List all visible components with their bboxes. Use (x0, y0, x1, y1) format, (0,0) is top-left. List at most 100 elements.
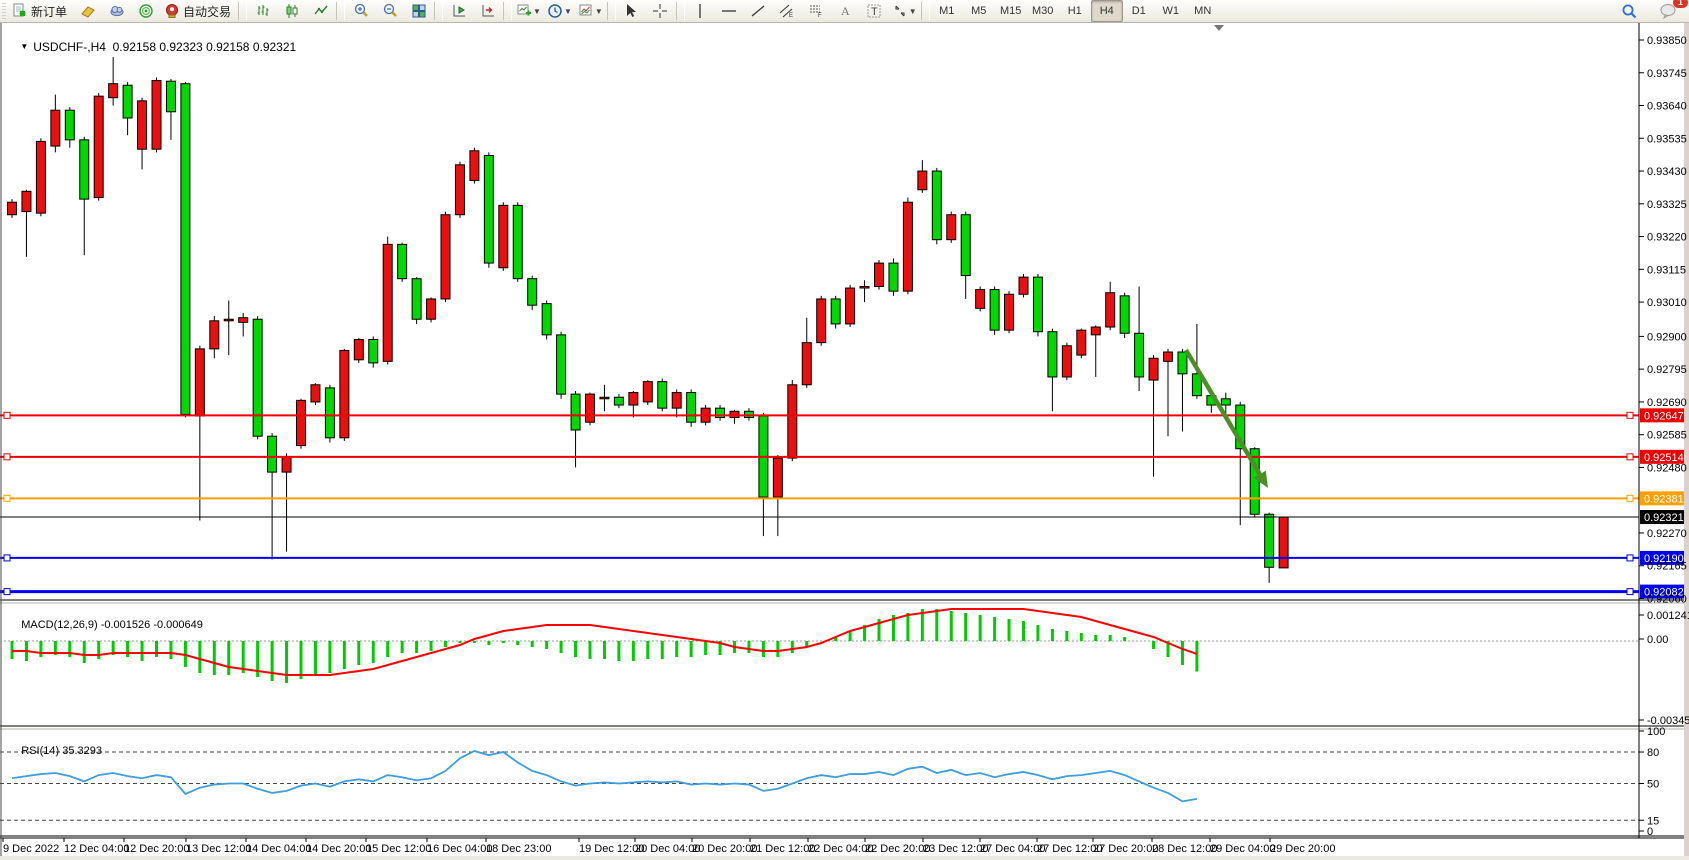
candle[interactable] (932, 168, 941, 244)
trendline-button[interactable] (744, 0, 773, 22)
candle[interactable] (398, 243, 407, 282)
candle[interactable] (1019, 274, 1028, 297)
chart-canvas[interactable]: 0.926470.925140.923810.923210.921900.920… (0, 22, 1689, 860)
candle[interactable] (36, 138, 45, 216)
line-handle[interactable] (4, 495, 10, 501)
equidistant-channel-button[interactable]: E (773, 0, 802, 22)
candle[interactable] (383, 237, 392, 365)
chat-button[interactable]: 1 (1654, 0, 1683, 22)
candlestick-button[interactable] (277, 0, 306, 22)
crosshair-button[interactable] (646, 0, 675, 22)
line-handle[interactable] (1627, 412, 1633, 418)
cloud-button[interactable] (102, 0, 131, 22)
timeframe-w1[interactable]: W1 (1155, 0, 1187, 22)
timeframe-m30[interactable]: M30 (1027, 0, 1059, 22)
candle[interactable] (817, 296, 826, 346)
signal-button[interactable] (131, 0, 160, 22)
chart-area[interactable]: 0.926470.925140.923810.923210.921900.920… (0, 22, 1689, 860)
horizontal-line-button[interactable] (715, 0, 744, 22)
candle[interactable] (470, 148, 479, 184)
timeframe-m15[interactable]: M15 (995, 0, 1027, 22)
candle[interactable] (340, 349, 349, 441)
candle[interactable] (8, 199, 17, 218)
candle[interactable] (889, 258, 898, 295)
candle[interactable] (947, 212, 956, 243)
candle[interactable] (1062, 343, 1071, 380)
candle[interactable] (412, 277, 421, 324)
timeframe-m5[interactable]: M5 (963, 0, 995, 22)
timeframe-h4[interactable]: H4 (1091, 0, 1123, 22)
candle[interactable] (354, 338, 363, 363)
candle[interactable] (788, 380, 797, 461)
candle[interactable] (369, 336, 378, 367)
arrows-button[interactable]: ▼ (889, 0, 920, 22)
candle[interactable] (441, 212, 450, 302)
line-handle[interactable] (4, 412, 10, 418)
candle[interactable] (152, 77, 161, 152)
timeframe-mn[interactable]: MN (1187, 0, 1219, 22)
search-button[interactable] (1615, 0, 1644, 22)
autoscroll-button[interactable] (444, 0, 473, 22)
timeframe-m1[interactable]: M1 (931, 0, 963, 22)
candle[interactable] (311, 383, 320, 405)
cursor-button[interactable] (617, 0, 646, 22)
candle[interactable] (528, 276, 537, 310)
candle[interactable] (325, 385, 334, 443)
new-order-button[interactable]: 新订单 (8, 0, 73, 22)
text-button[interactable]: A (831, 0, 860, 22)
chart-object-button[interactable] (73, 0, 102, 22)
candle[interactable] (1005, 291, 1014, 333)
line-handle[interactable] (4, 555, 10, 561)
candle[interactable] (484, 152, 493, 267)
candle[interactable] (903, 198, 912, 295)
candle[interactable] (643, 380, 652, 405)
template-button[interactable]: ▼ (575, 0, 606, 22)
line-handle[interactable] (1627, 589, 1633, 595)
candle[interactable] (557, 332, 566, 399)
timeframe-h1[interactable]: H1 (1059, 0, 1091, 22)
chart-shift-button[interactable] (473, 0, 502, 22)
candle[interactable] (976, 286, 985, 311)
candle[interactable] (499, 202, 508, 271)
price-tag-label: 0.92647 (1644, 410, 1684, 422)
candle[interactable] (94, 93, 103, 201)
candle[interactable] (181, 82, 190, 417)
candle[interactable] (875, 260, 884, 290)
candle-body (1048, 332, 1057, 377)
bar-chart-button[interactable] (248, 0, 277, 22)
zoom-in-button[interactable] (346, 0, 375, 22)
line-chart-button[interactable] (306, 0, 335, 22)
autotrade-button[interactable]: 自动交易 (160, 0, 237, 22)
new-chart-button[interactable]: ▼ (513, 0, 544, 22)
line-handle[interactable] (4, 454, 10, 460)
line-handle[interactable] (4, 589, 10, 595)
candle[interactable] (253, 316, 262, 439)
vertical-line-button[interactable] (686, 0, 715, 22)
candle[interactable] (542, 301, 551, 340)
candle[interactable] (297, 399, 306, 449)
candle[interactable] (1033, 274, 1042, 336)
candle[interactable] (1077, 329, 1086, 359)
candle[interactable] (455, 162, 464, 218)
zoom-out-button[interactable] (375, 0, 404, 22)
line-handle[interactable] (1627, 495, 1633, 501)
fibonacci-button[interactable]: F (802, 0, 831, 22)
candle[interactable] (990, 286, 999, 334)
line-handle[interactable] (1627, 555, 1633, 561)
candle[interactable] (586, 393, 595, 426)
candle[interactable] (687, 389, 696, 426)
timeframe-d1[interactable]: D1 (1123, 0, 1155, 22)
candle[interactable] (513, 202, 522, 282)
symbol-dropdown-icon[interactable]: ▼ (20, 42, 28, 51)
text-label-button[interactable]: T (860, 0, 889, 22)
candle[interactable] (846, 285, 855, 327)
line-handle[interactable] (1627, 454, 1633, 460)
tile-windows-button[interactable] (404, 0, 433, 22)
profiles-clock-button[interactable]: ▼ (544, 0, 575, 22)
candle[interactable] (427, 297, 436, 322)
candle[interactable] (1120, 293, 1129, 338)
candle[interactable] (1279, 516, 1288, 567)
price-tick-label: 0.93640 (1647, 101, 1687, 113)
candle[interactable] (658, 379, 667, 412)
candle[interactable] (831, 296, 840, 329)
